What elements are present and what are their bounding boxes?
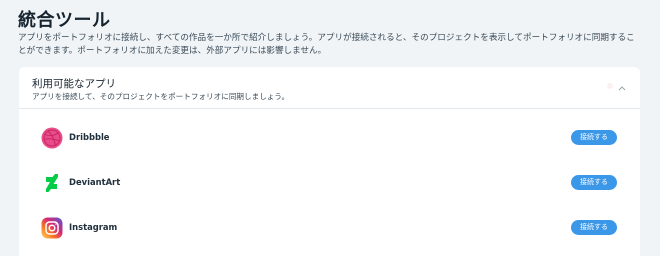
app-name: Instagram xyxy=(69,222,118,232)
connect-dribbble-button[interactable]: 接続する xyxy=(571,130,617,145)
page-description: アプリをポートフォリオに接続し、すべての作品を一か所で紹介しましょう。アプリが接… xyxy=(18,33,635,56)
app-row-instagram: Instagram 接続する xyxy=(19,213,640,243)
app-name: DeviantArt xyxy=(69,177,121,187)
instagram-icon xyxy=(41,217,63,239)
app-name: Dribbble xyxy=(69,132,110,142)
available-apps-panel: 利用可能なアプリ アプリを接続して、そのプロジェクトをポートフォリオに同期しまし… xyxy=(19,67,640,256)
app-row-dribbble: Dribbble 接続する xyxy=(19,123,640,153)
panel-header[interactable]: 利用可能なアプリ アプリを接続して、そのプロジェクトをポートフォリオに同期しまし… xyxy=(19,67,640,109)
app-row-deviantart: DeviantArt 接続する xyxy=(19,168,640,198)
connect-deviantart-button[interactable]: 接続する xyxy=(571,175,617,190)
panel-title: 利用可能なアプリ xyxy=(32,78,116,90)
integrations-page: 統合ツール アプリをポートフォリオに接続し、すべての作品を一か所で紹介しましょう… xyxy=(0,0,660,256)
decorative-dot xyxy=(607,83,613,89)
chevron-up-icon[interactable] xyxy=(615,81,629,95)
deviantart-icon xyxy=(41,172,63,194)
connect-instagram-button[interactable]: 接続する xyxy=(571,220,617,235)
panel-subtitle: アプリを接続して、そのプロジェクトをポートフォリオに同期しましょう。 xyxy=(32,92,290,101)
page-title: 統合ツール xyxy=(18,10,111,31)
dribbble-icon xyxy=(41,127,63,149)
